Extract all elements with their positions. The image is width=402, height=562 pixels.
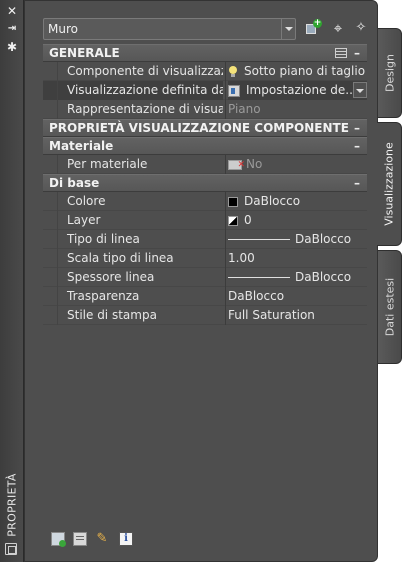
property-row[interactable]: Stile di stampa Full Saturation <box>43 306 367 325</box>
property-value-dropdown[interactable]: Impostazione de... <box>228 81 367 100</box>
property-value[interactable]: DaBlocco <box>228 287 367 306</box>
category-di-base[interactable]: Di base – <box>43 174 367 192</box>
category-generale[interactable]: GENERALE – <box>43 44 367 62</box>
close-icon[interactable]: ✕ <box>4 4 20 18</box>
category-proprieta-visualizzazione[interactable]: PROPRIETÀ VISUALIZZAZIONE COMPONENTE – <box>43 119 367 137</box>
property-row[interactable]: Tipo di linea DaBlocco <box>43 230 367 249</box>
linetype-preview <box>228 239 290 240</box>
select-objects-icon[interactable] <box>51 532 66 547</box>
collapse-icon[interactable]: – <box>351 139 363 153</box>
property-value[interactable]: DaBlocco <box>228 192 367 211</box>
property-key: Per materiale <box>43 155 223 174</box>
property-key: Rappresentazione di visuali... <box>43 100 223 119</box>
property-row[interactable]: Colore DaBlocco <box>43 192 367 211</box>
object-type-select[interactable]: Muro <box>43 18 296 40</box>
category-title: PROPRIETÀ VISUALIZZAZIONE COMPONENTE <box>49 121 349 135</box>
object-type-value: Muro <box>48 22 78 36</box>
lightbulb-icon <box>228 65 238 78</box>
property-key: Componente di visualizzazi... <box>43 62 223 81</box>
property-value[interactable]: DaBlocco <box>228 230 367 249</box>
gear-icon[interactable]: ✱ <box>4 40 20 54</box>
collapse-icon[interactable]: – <box>351 121 363 135</box>
property-key: Tipo di linea <box>43 230 223 249</box>
property-row[interactable]: Trasparenza DaBlocco <box>43 287 367 306</box>
table-icon[interactable] <box>335 48 347 58</box>
property-row[interactable]: Per materiale No <box>43 155 367 174</box>
brush-icon[interactable]: ✎ <box>95 532 109 546</box>
properties-list-icon[interactable] <box>73 532 87 546</box>
autohide-icon[interactable]: ⇥ <box>4 22 20 36</box>
property-key: Scala tipo di linea <box>43 249 223 268</box>
property-row[interactable]: Visualizzazione definita da Impostazione… <box>43 81 367 100</box>
property-value[interactable]: DaBlocco <box>228 268 367 287</box>
palette-title-bar[interactable]: ✕ ⇥ ✱ PROPRIETÀ <box>0 0 24 562</box>
property-value[interactable]: 0 <box>228 211 367 230</box>
properties-panel: Muro + ⌖ ✧ GENERALE – Componente di visu… <box>24 0 378 562</box>
property-value[interactable]: Sotto piano di taglio <box>228 62 367 81</box>
category-title: Di base <box>49 176 100 190</box>
property-value[interactable]: No <box>228 155 367 174</box>
property-row[interactable]: Scala tipo di linea 1.00 <box>43 249 367 268</box>
collapse-icon[interactable]: – <box>351 176 363 190</box>
tab-visualizzazione[interactable]: Visualizzazione <box>377 122 402 246</box>
properties-palette-window: ✕ ⇥ ✱ PROPRIETÀ Muro + ⌖ ✧ GENERALE – Co… <box>0 0 402 562</box>
property-key: Stile di stampa <box>43 306 223 325</box>
quick-select-icon[interactable]: ✧ <box>352 19 370 37</box>
property-row[interactable]: Layer 0 <box>43 211 367 230</box>
category-title: Materiale <box>49 139 114 153</box>
collapse-icon[interactable]: – <box>351 46 363 60</box>
property-value[interactable]: 1.00 <box>228 249 367 268</box>
add-to-selection-icon[interactable]: + <box>304 19 322 37</box>
property-key: Trasparenza <box>43 287 223 306</box>
tab-design[interactable]: Design <box>378 28 402 118</box>
property-key: Layer <box>43 211 223 230</box>
property-grid: GENERALE – Componente di visualizzazi...… <box>43 44 367 325</box>
category-title: GENERALE <box>49 46 120 60</box>
property-value: Piano <box>228 102 261 116</box>
info-icon[interactable]: i <box>119 532 133 546</box>
layer-icon <box>228 215 238 226</box>
lineweight-preview <box>228 277 290 278</box>
property-value[interactable]: Full Saturation <box>228 306 367 325</box>
property-key: Spessore linea <box>43 268 223 287</box>
palette-menu-icon[interactable] <box>5 543 17 555</box>
material-off-icon <box>228 156 245 174</box>
tab-dati-estesi[interactable]: Dati estesi <box>378 250 402 364</box>
property-key: Colore <box>43 192 223 211</box>
display-settings-icon <box>228 84 240 97</box>
color-swatch-icon <box>228 196 238 207</box>
property-row[interactable]: Componente di visualizzazi... Sotto pian… <box>43 62 367 81</box>
palette-tabs: Design Visualizzazione Dati estesi <box>377 0 402 562</box>
property-row[interactable]: Spessore linea DaBlocco <box>43 268 367 287</box>
chevron-down-icon[interactable] <box>353 82 367 98</box>
palette-title: PROPRIETÀ <box>5 473 19 537</box>
chevron-down-icon[interactable] <box>281 19 295 39</box>
pick-objects-icon[interactable]: ⌖ <box>329 19 347 37</box>
property-row[interactable]: Rappresentazione di visuali... Piano <box>43 100 367 119</box>
category-materiale[interactable]: Materiale – <box>43 137 367 155</box>
property-key: Visualizzazione definita da <box>43 81 223 100</box>
